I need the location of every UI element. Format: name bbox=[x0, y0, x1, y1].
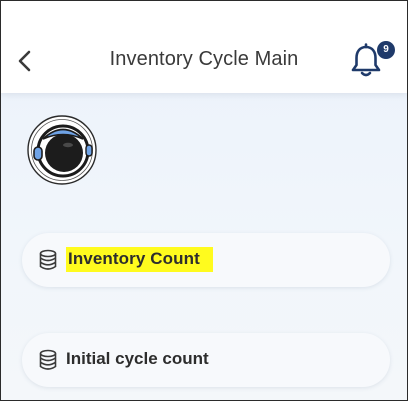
menu-item-label: Initial cycle count bbox=[66, 349, 209, 368]
notifications-button[interactable]: 9 bbox=[347, 39, 395, 81]
notification-count-badge: 9 bbox=[377, 41, 395, 59]
menu-item-inventory-count[interactable]: Inventory Count bbox=[22, 233, 390, 287]
back-button[interactable] bbox=[11, 45, 39, 77]
menu-item-initial-cycle-count[interactable]: Initial cycle count bbox=[22, 333, 390, 387]
database-icon bbox=[39, 349, 57, 370]
menu-item-label: Inventory Count bbox=[66, 247, 213, 272]
chevron-left-icon bbox=[18, 50, 31, 72]
top-bar: Inventory Cycle Main 9 bbox=[1, 1, 407, 93]
avatar[interactable] bbox=[27, 115, 97, 185]
database-icon bbox=[39, 249, 57, 270]
main-content: Inventory Count Initial cycle count bbox=[1, 93, 407, 400]
app-screen: Inventory Cycle Main 9 Inventory Count I… bbox=[0, 0, 408, 401]
page-title: Inventory Cycle Main bbox=[109, 48, 299, 70]
astronaut-avatar-icon bbox=[27, 115, 97, 185]
